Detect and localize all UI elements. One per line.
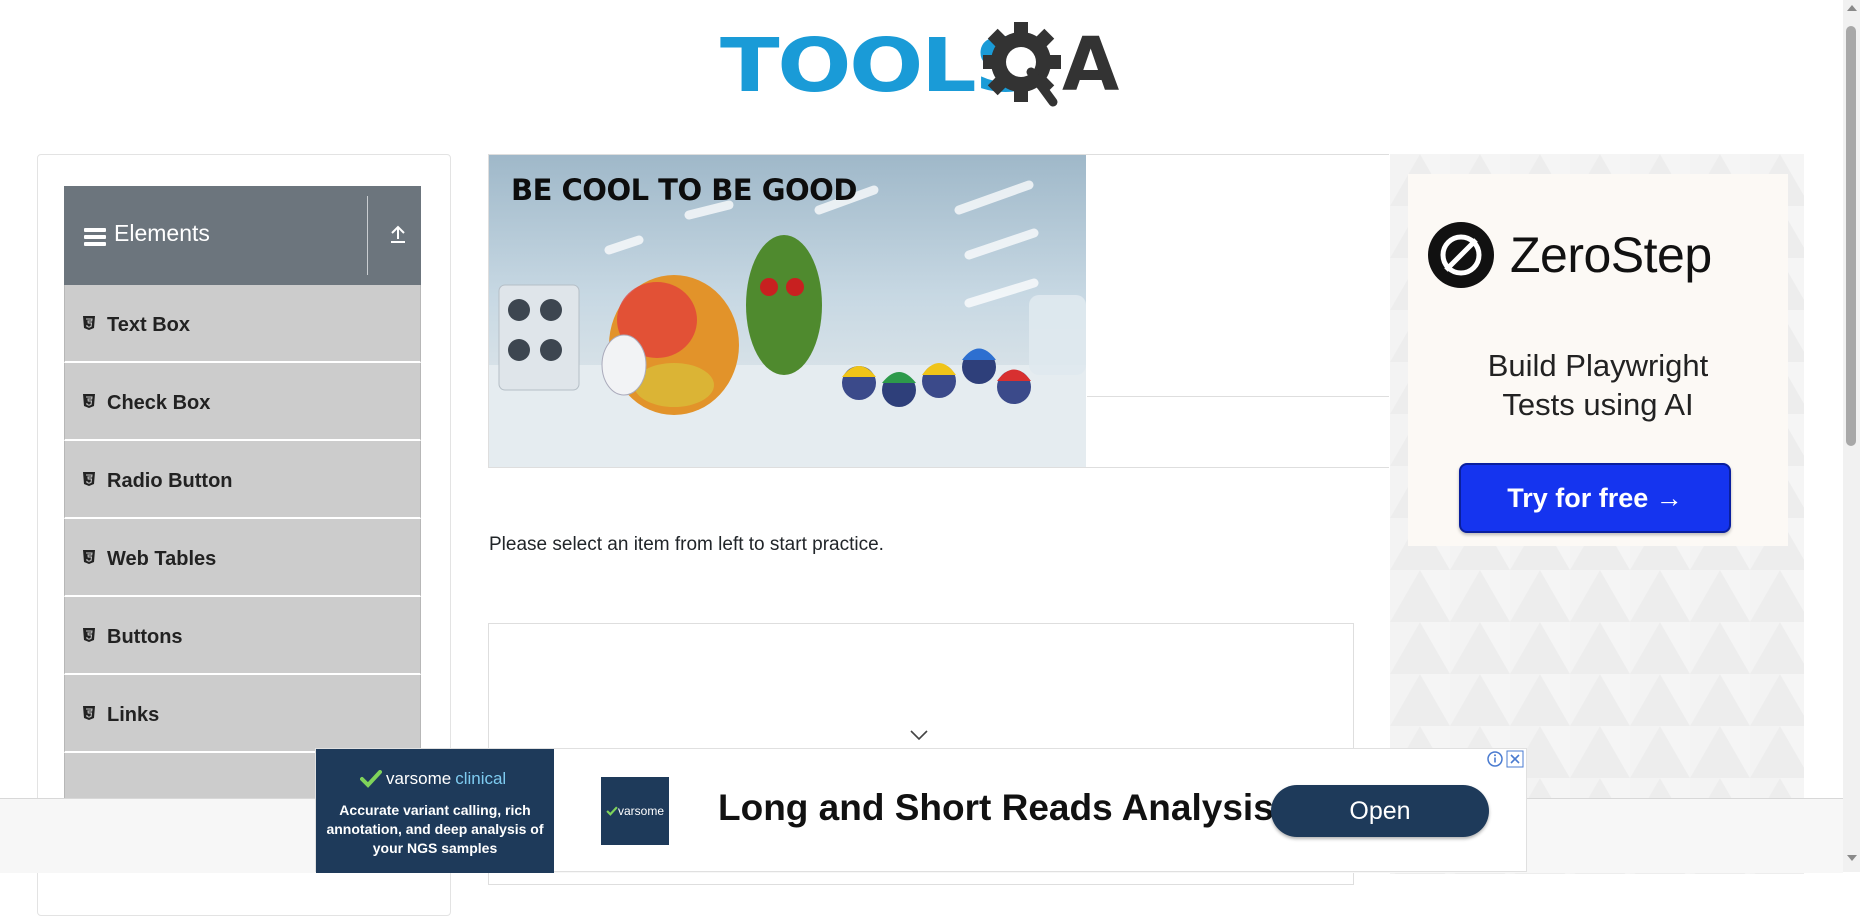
logo-suffix: A bbox=[1062, 22, 1120, 108]
ad-brand: ZeroStep bbox=[1510, 227, 1712, 283]
banner-headline: BE COOL TO BE GOOD bbox=[511, 173, 857, 207]
html5-icon bbox=[83, 472, 95, 486]
banner-container: BE COOL TO BE GOOD bbox=[488, 154, 1389, 468]
sidebar-item-web-tables[interactable]: Web Tables bbox=[64, 519, 421, 597]
checkmark-icon bbox=[606, 806, 618, 816]
hamburger-icon bbox=[84, 228, 106, 246]
ad-close-icon[interactable] bbox=[1506, 750, 1524, 768]
checkmark-icon bbox=[360, 770, 382, 788]
try-for-free-button[interactable]: Try for free → bbox=[1459, 463, 1731, 533]
sidebar-item-radio-button[interactable]: Radio Button bbox=[64, 441, 421, 519]
varsome-thumbnail: varsome bbox=[601, 777, 669, 845]
sidebar-item-text-box[interactable]: Text Box bbox=[64, 285, 421, 363]
html5-icon bbox=[83, 316, 95, 330]
scroll-up-icon[interactable] bbox=[1847, 5, 1857, 11]
chevron-down-icon[interactable] bbox=[909, 729, 929, 741]
ad-panel: ZeroStep Build Playwright Tests using AI… bbox=[1408, 174, 1788, 546]
html5-icon bbox=[83, 706, 95, 720]
ad-description: Accurate variant calling, rich annotatio… bbox=[326, 802, 544, 856]
varsome-ad-banner[interactable]: varsome clinical Accurate variant calling… bbox=[315, 748, 1527, 873]
collapse-arrow-icon[interactable] bbox=[386, 222, 410, 246]
elements-group-header[interactable]: Elements bbox=[64, 186, 421, 285]
brand-part2: clinical bbox=[455, 769, 507, 788]
zerostep-logo-icon bbox=[1428, 222, 1494, 288]
varsome-brand: varsome clinical bbox=[360, 769, 506, 789]
ad-tagline-line1: Build Playwright bbox=[1487, 348, 1709, 383]
menu-item-label: Radio Button bbox=[107, 470, 233, 492]
practice-instruction: Please select an item from left to start… bbox=[489, 534, 884, 555]
ad-tagline: Build Playwright Tests using AI bbox=[1408, 346, 1788, 424]
scroll-down-icon[interactable] bbox=[1847, 855, 1857, 861]
thumb-label: varsome bbox=[617, 804, 664, 818]
ad-info-icon[interactable] bbox=[1486, 750, 1504, 768]
menu-item-label: Check Box bbox=[107, 392, 211, 414]
sidebar-item-buttons[interactable]: Buttons bbox=[64, 597, 421, 675]
html5-icon bbox=[83, 628, 95, 642]
group-title: Elements bbox=[114, 220, 210, 246]
banner-divider bbox=[1087, 396, 1389, 397]
ad-title: Long and Short Reads Analysis bbox=[718, 787, 1274, 828]
html5-icon bbox=[83, 550, 95, 564]
menu-item-label: Buttons bbox=[107, 626, 183, 648]
brand-part1: varsome bbox=[386, 769, 452, 788]
page-scrollbar[interactable] bbox=[1843, 0, 1860, 872]
banner-image[interactable]: BE COOL TO BE GOOD bbox=[489, 155, 1086, 467]
html5-icon bbox=[83, 394, 95, 408]
open-button[interactable]: Open bbox=[1271, 785, 1489, 837]
gear-magnifier-icon bbox=[983, 22, 1061, 107]
sidebar-item-links[interactable]: Links bbox=[64, 675, 421, 753]
toolsqa-logo[interactable]: TOOLS A bbox=[720, 18, 1119, 114]
ad-tagline-line2: Tests using AI bbox=[1502, 387, 1694, 422]
sidebar-item-check-box[interactable]: Check Box bbox=[64, 363, 421, 441]
scrollbar-thumb[interactable] bbox=[1846, 26, 1856, 446]
menu-item-label: Web Tables bbox=[107, 548, 217, 570]
ad-left-panel: varsome clinical Accurate variant calling… bbox=[316, 749, 554, 873]
header-divider bbox=[367, 196, 368, 275]
menu-item-label: Links bbox=[107, 704, 160, 726]
menu-item-label: Text Box bbox=[107, 314, 190, 336]
